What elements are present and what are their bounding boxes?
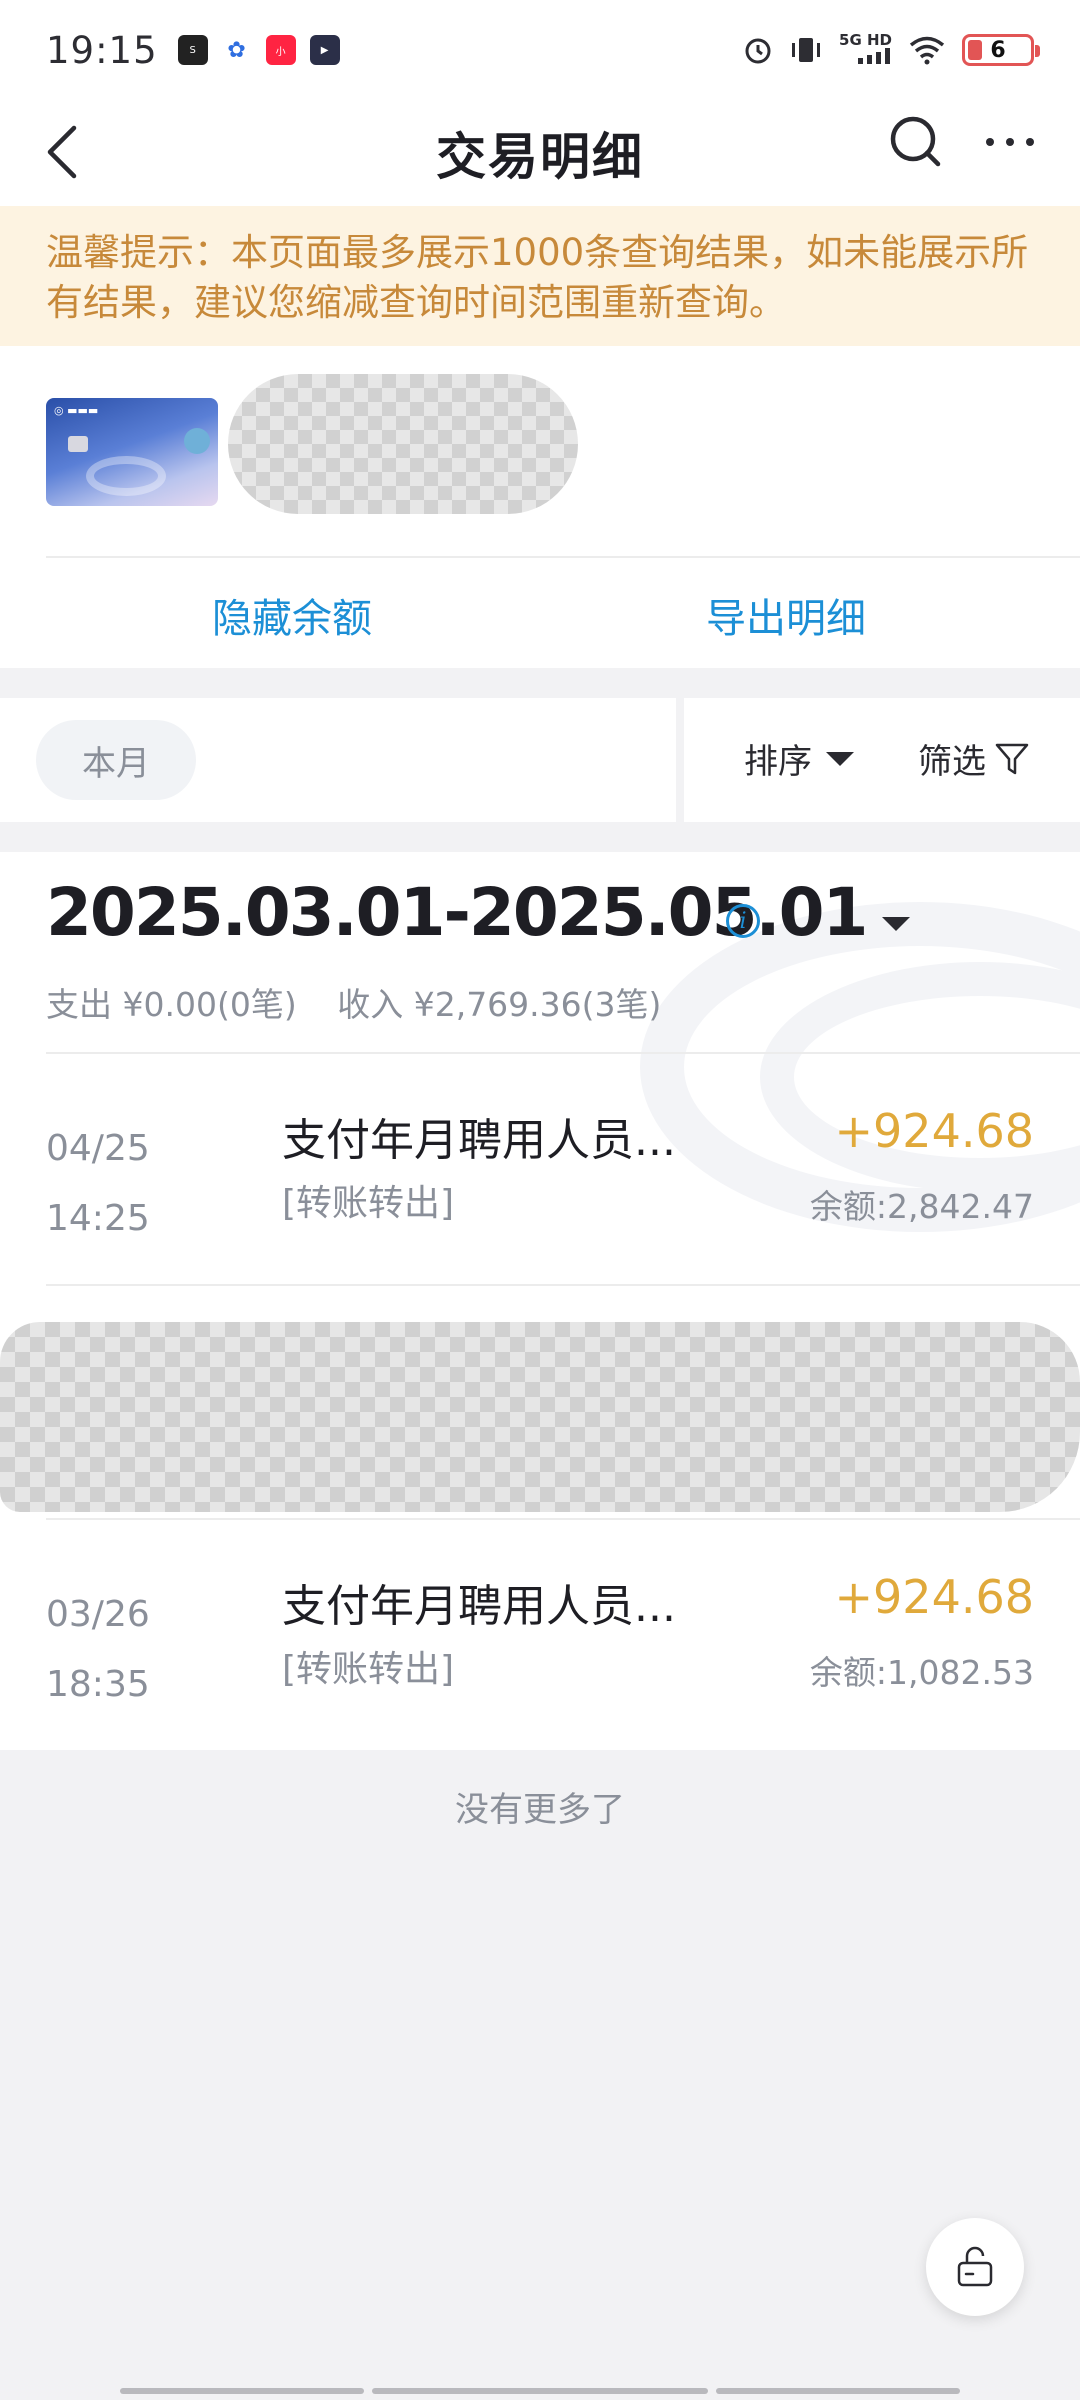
transaction-description: 支付年月聘用人员...: [282, 1581, 676, 1632]
media-app-icon: ▶: [309, 35, 340, 65]
status-time: 19:15: [46, 28, 158, 72]
transaction-datetime: 04/25 14:25: [46, 1114, 150, 1254]
caret-down-icon: [882, 916, 911, 931]
wifi-icon: [909, 36, 945, 65]
income-summary: 收入 ¥2,769.36(3笔): [337, 985, 662, 1024]
transaction-time: 14:25: [46, 1198, 150, 1239]
home-indicator: [716, 2388, 960, 2394]
status-right: 5G HD 6: [743, 33, 1040, 67]
sort-label: 排序: [744, 742, 812, 782]
no-more-text: 没有更多了: [455, 1790, 625, 1830]
transaction-time: 18:35: [46, 1664, 150, 1705]
transaction-datetime: 03/26 18:35: [46, 1580, 150, 1720]
expense-summary: 支出 ¥0.00(0笔): [46, 985, 297, 1024]
caret-down-icon: [826, 751, 854, 766]
notice-banner: 温馨提示：本页面最多展示1000条查询结果，如未能展示所有结果，建议您缩减查询时…: [0, 206, 1080, 346]
divider: [676, 698, 684, 822]
transaction-amount: +924.68: [834, 1570, 1035, 1624]
card-chip-icon: [68, 436, 88, 452]
filter-label: 筛选: [918, 742, 986, 782]
card-swirl-icon: [86, 456, 166, 496]
export-details-button[interactable]: 导出明细: [706, 586, 866, 644]
xiaohongshu-app-icon: 小: [265, 35, 296, 65]
status-left: 19:15 S ✿ 小 ▶: [46, 29, 340, 72]
filter-bar: 本月 排序 筛选: [0, 698, 1080, 822]
transaction-amount: +924.68: [834, 1104, 1035, 1158]
transaction-type: [转账转出]: [282, 1649, 455, 1690]
date-range-selector[interactable]: 2025.03.01-2025.05.01: [46, 874, 911, 951]
transaction-list: 2025.03.01-2025.05.01 i 支出 ¥0.00(0笔) 收入 …: [0, 852, 1080, 1750]
transaction-description: 支付年月聘用人员...: [282, 1115, 676, 1166]
summary: 支出 ¥0.00(0笔) 收入 ¥2,769.36(3笔): [46, 978, 661, 1026]
funnel-icon: [995, 743, 1029, 774]
back-icon[interactable]: [36, 122, 96, 182]
more-icon[interactable]: [980, 112, 1040, 172]
signal-icon: [858, 48, 890, 64]
bank-logo-icon: ◎ ▬▬▬: [54, 404, 99, 417]
transaction-row[interactable]: 03/26 18:35 支付年月聘用人员... [转账转出] +924.68 余…: [0, 1518, 1080, 1748]
divider: [46, 556, 1080, 558]
bank-card-image: ◎ ▬▬▬: [46, 398, 218, 506]
soul-app-icon: S: [177, 35, 208, 65]
search-icon[interactable]: [886, 112, 946, 172]
home-indicator: [120, 2388, 364, 2394]
battery-indicator: 6: [962, 34, 1040, 66]
home-indicator: [372, 2388, 708, 2394]
info-icon[interactable]: i: [726, 904, 760, 938]
sort-button[interactable]: 排序: [744, 734, 854, 783]
status-bar: 19:15 S ✿ 小 ▶ 5G HD 6: [0, 0, 1080, 100]
filter-button[interactable]: 筛选: [918, 734, 1030, 783]
floating-unlock-button[interactable]: [926, 2218, 1024, 2316]
masked-account-info: [228, 374, 578, 514]
transaction-date: 03/26: [46, 1594, 150, 1635]
transaction-date: 04/25: [46, 1128, 150, 1169]
unlock-icon: [957, 2246, 993, 2287]
baidu-app-icon: ✿: [221, 35, 252, 65]
hide-balance-button[interactable]: 隐藏余额: [212, 586, 372, 644]
network-type: 5G HD: [839, 33, 892, 67]
page-title: 交易明细: [436, 128, 644, 186]
masked-transaction-row: [0, 1322, 1080, 1512]
transaction-row[interactable]: 04/25 14:25 支付年月聘用人员... [转账转出] +924.68 余…: [0, 1052, 1080, 1282]
divider: [46, 1284, 1080, 1286]
card-badge-icon: [184, 428, 210, 454]
vibrate-icon: [792, 38, 821, 62]
transaction-balance: 余额:2,842.47: [809, 1187, 1034, 1226]
transaction-type: [转账转出]: [282, 1183, 455, 1224]
alarm-icon: [745, 38, 771, 64]
this-month-chip[interactable]: 本月: [36, 720, 196, 800]
card-panel: ◎ ▬▬▬ 隐藏余额 导出明细: [0, 346, 1080, 668]
transaction-balance: 余额:1,082.53: [809, 1653, 1034, 1692]
